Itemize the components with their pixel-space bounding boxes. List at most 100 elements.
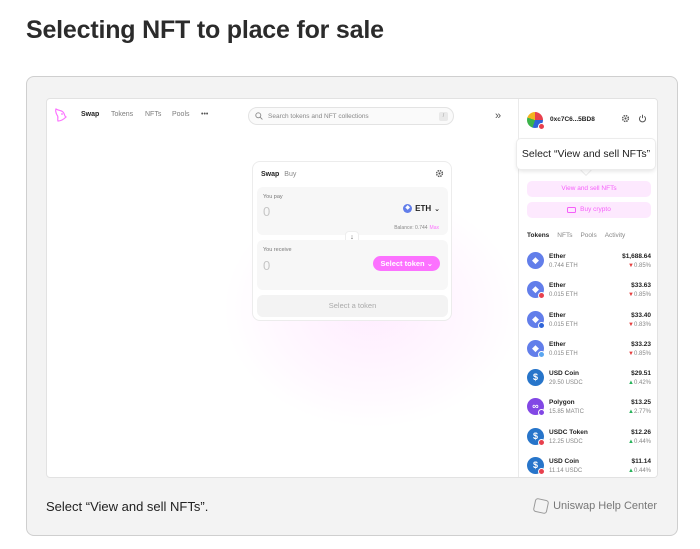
- chevron-down-icon: ⌄: [434, 205, 440, 213]
- nav-more-icon[interactable]: •••: [201, 111, 208, 118]
- chain-badge-icon: [538, 409, 545, 417]
- token-balance: 11.14 USDC: [549, 468, 583, 475]
- token-change-percent: 0.85%: [633, 263, 651, 269]
- token-change-percent: 2.77%: [633, 409, 651, 416]
- max-button[interactable]: Max: [430, 225, 439, 231]
- you-receive-amount-input[interactable]: 0: [263, 258, 270, 273]
- token-list: ◆ Ether 0.744 ETH $1,688.64 ▼0.85% ◆ Ether 0.01…: [519, 246, 657, 477]
- tab-pools[interactable]: Pools: [580, 232, 596, 239]
- you-pay-label: You pay: [263, 194, 283, 200]
- you-receive-box[interactable]: You receive 0 Select token ⌄: [257, 240, 448, 290]
- token-change-percent: 0.83%: [633, 321, 651, 328]
- pay-token-selector[interactable]: ◆ ETH ⌄: [403, 204, 440, 213]
- token-row[interactable]: $ USD Coin 29.50 USDC $29.51 ▲0.42%: [519, 363, 657, 392]
- token-change: ▼0.85%: [628, 292, 651, 298]
- token-value: $29.51: [631, 370, 651, 378]
- token-name: Ether: [549, 311, 566, 319]
- token-change: ▲0.44%: [628, 439, 651, 445]
- top-nav: Swap Tokens NFTs Pools ••• Search tokens…: [47, 99, 517, 133]
- tab-tokens[interactable]: Tokens: [527, 232, 549, 239]
- token-balance: 29.50 USDC: [549, 380, 583, 387]
- pay-token-symbol: ETH: [415, 204, 432, 213]
- token-value: $13.25: [631, 399, 651, 407]
- select-token-button[interactable]: Select token ⌄: [373, 256, 440, 271]
- token-name: USDC Token: [549, 428, 588, 436]
- token-name: Ether: [549, 282, 566, 290]
- token-row[interactable]: ◆ Ether 0.744 ETH $1,688.64 ▼0.85%: [519, 246, 657, 275]
- nav-tokens[interactable]: Tokens: [111, 111, 133, 118]
- tab-buy[interactable]: Buy: [284, 171, 296, 178]
- view-and-sell-nfts-button[interactable]: View and sell NFTs: [527, 181, 651, 197]
- collapse-panel-icon[interactable]: »: [495, 110, 501, 122]
- nav-swap[interactable]: Swap: [81, 111, 99, 118]
- chain-badge-icon: [538, 468, 545, 476]
- token-balance: 15.85 MATIC: [549, 409, 584, 416]
- token-value: $12.26: [631, 428, 651, 436]
- token-row[interactable]: ◆ Ether 0.015 ETH $33.40 ▼0.83%: [519, 305, 657, 334]
- search-icon: [255, 112, 263, 120]
- token-name: USD Coin: [549, 458, 579, 466]
- chain-badge-icon: [538, 321, 545, 329]
- token-change-percent: 0.42%: [633, 380, 651, 387]
- uniswap-app-window: Swap Tokens NFTs Pools ••• Search tokens…: [46, 98, 658, 478]
- tab-activity[interactable]: Activity: [605, 232, 626, 239]
- token-value: $11.14: [631, 458, 651, 466]
- instruction-tooltip: Select “View and sell NFTs”: [517, 139, 655, 169]
- nav-nfts[interactable]: NFTs: [145, 111, 161, 118]
- token-name: Ether: [549, 253, 566, 260]
- wallet-tabs: Tokens NFTs Pools Activity: [527, 232, 625, 239]
- you-pay-amount-input[interactable]: 0: [263, 204, 270, 219]
- token-value: $1,688.64: [622, 253, 651, 260]
- token-row[interactable]: ◆ Ether 0.015 ETH $33.23 ▼0.85%: [519, 334, 657, 363]
- search-input[interactable]: Search tokens and NFT collections /: [248, 107, 454, 125]
- buy-crypto-button[interactable]: Buy crypto: [527, 202, 651, 218]
- wallet-settings-gear-icon[interactable]: [621, 114, 630, 123]
- wallet-address[interactable]: 0xc7C6...5BD8: [550, 116, 595, 123]
- token-change: ▲0.44%: [628, 468, 651, 474]
- token-value: $33.40: [631, 311, 651, 319]
- token-balance: 0.015 ETH: [549, 321, 578, 328]
- token-row[interactable]: ◆ Ether 0.015 ETH $33.63 ▼0.85%: [519, 275, 657, 304]
- token-row[interactable]: ∞ Polygon 15.85 MATIC $13.25 ▲2.77%: [519, 392, 657, 421]
- credit-card-icon: [567, 207, 577, 213]
- token-balance: 0.744 ETH: [549, 263, 578, 269]
- token-value: $33.63: [631, 282, 651, 290]
- chain-badge-icon: [538, 350, 545, 358]
- you-pay-box[interactable]: You pay 0 ◆ ETH ⌄ Balance: 0.744 Max: [257, 187, 448, 235]
- tab-nfts[interactable]: NFTs: [557, 232, 572, 239]
- tab-swap[interactable]: Swap: [261, 171, 279, 178]
- token-balance: 12.25 USDC: [549, 438, 583, 445]
- help-center-credit[interactable]: Uniswap Help Center: [532, 497, 657, 515]
- token-change-percent: 0.85%: [633, 350, 651, 357]
- token-change: ▼0.83%: [628, 322, 651, 328]
- token-name: USD Coin: [549, 370, 579, 378]
- token-change: ▼0.85%: [628, 263, 651, 269]
- uniswap-help-logo-icon: [532, 497, 550, 515]
- network-badge-icon: [538, 123, 545, 130]
- token-row[interactable]: $ USD Coin 11.14 USDC $11.14 ▲0.44%: [519, 451, 657, 477]
- token-change-percent: 0.85%: [633, 292, 651, 299]
- token-change-percent: 0.44%: [633, 438, 651, 445]
- help-center-label: Uniswap Help Center: [553, 500, 657, 512]
- swap-tabs: Swap Buy: [261, 171, 296, 178]
- eth-token-icon: ◆: [527, 252, 544, 269]
- token-balance: 0.015 ETH: [549, 292, 578, 299]
- screenshot-card: Swap Tokens NFTs Pools ••• Search tokens…: [26, 76, 678, 536]
- token-name: Polygon: [549, 399, 575, 407]
- search-shortcut-key: /: [439, 112, 448, 121]
- page-title: Selecting NFT to place for sale: [26, 16, 384, 44]
- uniswap-logo-icon[interactable]: [53, 107, 69, 124]
- token-row[interactable]: $ USDC Token 12.25 USDC $12.26 ▲0.44%: [519, 422, 657, 451]
- swap-settings-gear-icon[interactable]: [435, 169, 444, 178]
- token-change: ▲2.77%: [628, 409, 651, 415]
- power-icon[interactable]: [638, 114, 647, 123]
- token-value: $33.23: [631, 340, 651, 348]
- usdc-token-icon: $: [527, 369, 544, 387]
- token-change-percent: 0.44%: [633, 468, 651, 475]
- token-name: Ether: [549, 340, 566, 348]
- select-a-token-button[interactable]: Select a token: [257, 295, 448, 317]
- you-receive-label: You receive: [263, 247, 292, 253]
- chain-badge-icon: [538, 438, 545, 446]
- search-placeholder: Search tokens and NFT collections: [268, 112, 369, 120]
- nav-pools[interactable]: Pools: [172, 111, 190, 118]
